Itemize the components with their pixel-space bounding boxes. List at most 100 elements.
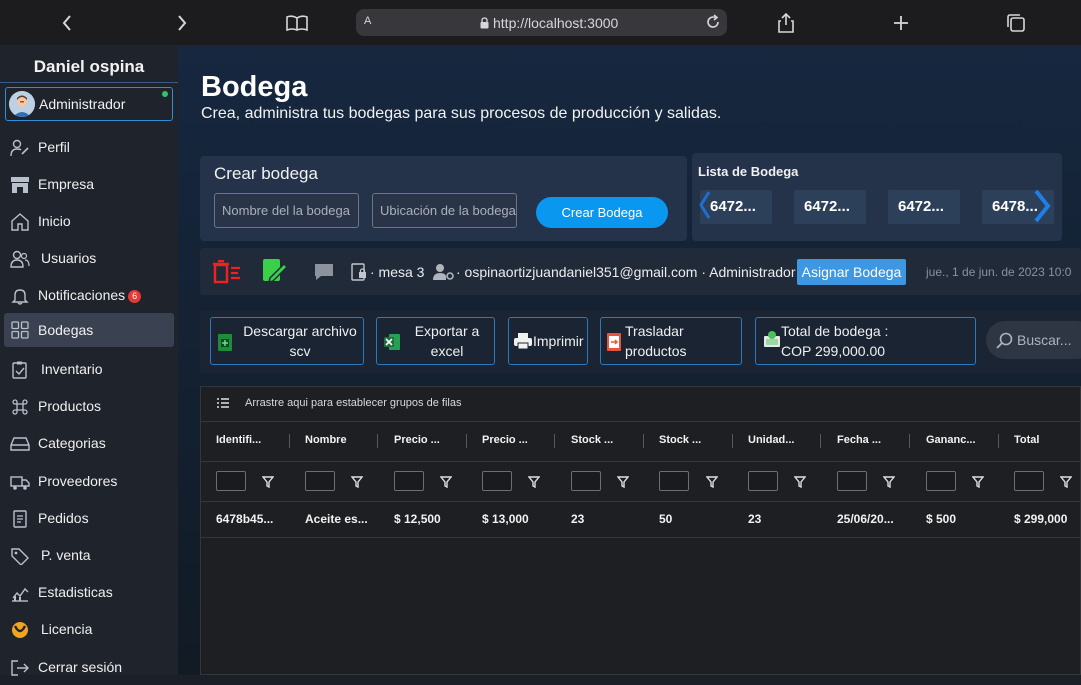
current-date: jue., 1 de jun. de 2023 10:0 [926,265,1072,279]
download-csv-button[interactable]: Descargar archivo scv [210,317,364,365]
create-warehouse-button[interactable]: Crear Bodega [536,197,668,228]
column-divider[interactable] [466,434,467,448]
column-divider[interactable] [377,434,378,448]
sidebar-item-empresa[interactable]: Empresa [4,168,174,202]
table-cell: $ 500 [926,512,957,526]
column-header[interactable]: Gananc... [926,434,976,446]
column-divider[interactable] [554,434,555,448]
reload-icon[interactable] [705,11,721,35]
sidebar-item-licencia[interactable]: Licencia [4,613,174,647]
warehouse-chip[interactable]: 6472... [794,190,866,224]
filter-icon[interactable] [439,475,453,489]
sidebar-item-productos[interactable]: Productos [4,390,174,424]
sidebar-item-usuarios[interactable]: Usuarios [4,242,174,276]
carousel-prev-icon[interactable] [699,190,711,226]
column-header[interactable]: Nombre [305,434,347,446]
column-header[interactable]: Unidad... [748,434,794,446]
carousel-next-icon[interactable] [1030,188,1056,224]
column-filter-input[interactable] [659,471,689,491]
column-filter-input[interactable] [216,471,246,491]
filter-icon[interactable] [527,475,541,489]
assign-warehouse-button[interactable]: Asignar Bodega [797,259,906,285]
filter-icon[interactable] [616,475,630,489]
sidebar-item-label: Proveedores [38,473,118,489]
url-text: http://localhost:3000 [480,15,618,31]
back-icon[interactable] [55,11,79,35]
warehouse-location-input[interactable]: Ubicación de la bodega [372,193,517,228]
sidebar-item-perfil[interactable]: Perfil [4,131,174,165]
chat-icon[interactable] [314,263,334,286]
sidebar-item-cerrar-sesion[interactable]: Cerrar sesión [4,651,174,685]
online-status-dot [162,91,168,97]
warehouse-name-input[interactable]: Nombre del la bodega [214,193,359,228]
sidebar-item-pedidos[interactable]: Pedidos [4,502,174,536]
address-bar[interactable]: A http://localhost:3000 [356,9,727,36]
tabs-icon[interactable] [1004,11,1028,35]
table-cell: 25/06/20... [837,512,894,526]
group-rows-hint: Arrastre aqui para establecer grupos de … [245,397,462,409]
search-input[interactable]: Buscar... [986,321,1081,359]
column-divider[interactable] [998,434,999,448]
sidebar-item-inventario[interactable]: Inventario [4,353,174,387]
sidebar-item-notificaciones[interactable]: Notificaciones 6 [4,279,174,313]
move-products-button[interactable]: Trasladar productos [600,317,742,365]
filter-icon[interactable] [350,475,364,489]
edit-icon[interactable] [262,258,289,289]
book-icon[interactable] [285,11,309,35]
home-icon [10,212,30,232]
column-filter-input[interactable] [571,471,601,491]
column-header[interactable]: Precio ... [394,434,440,446]
column-filter-input[interactable] [748,471,778,491]
sidebar-divider [0,82,178,83]
column-header[interactable]: Precio ... [482,434,528,446]
sidebar-item-bodegas[interactable]: Bodegas [4,313,174,347]
column-header[interactable]: Total [1014,434,1039,446]
column-filter-input[interactable] [482,471,512,491]
table-name: · mesa 3 [370,264,425,280]
column-filter-input[interactable] [394,471,424,491]
sidebar-item-categorias[interactable]: Categorias [4,427,174,461]
column-header[interactable]: Identifi... [216,434,261,446]
delete-icon[interactable] [213,259,241,289]
sidebar-item-label: Empresa [38,176,95,192]
transfer-icon [606,332,622,355]
reader-mode-label[interactable]: A [364,15,371,27]
column-header[interactable]: Stock ... [659,434,701,446]
column-divider[interactable] [820,434,821,448]
column-header[interactable]: Stock ... [571,434,613,446]
warehouse-chip[interactable]: 6472... [888,190,960,224]
column-divider[interactable] [643,434,644,448]
sidebar-item-inicio[interactable]: Inicio [4,205,174,239]
column-filter-input[interactable] [1014,471,1044,491]
sidebar-item-estadisticas[interactable]: Estadisticas [4,576,174,610]
table-lock-icon [351,263,367,286]
column-divider[interactable] [289,434,290,448]
filter-icon[interactable] [882,475,896,489]
sidebar-item-label: Bodegas [38,322,94,338]
forward-icon[interactable] [170,11,194,35]
warehouse-list-title: Lista de Bodega [698,164,799,179]
filter-icon[interactable] [1059,475,1073,489]
download-button-label: Descargar archivo scv [241,321,359,361]
role-selector[interactable]: Administrador [5,87,173,121]
excel-icon [383,332,401,355]
column-filter-input[interactable] [305,471,335,491]
filter-icon[interactable] [793,475,807,489]
column-filter-input[interactable] [926,471,956,491]
filter-icon[interactable] [705,475,719,489]
sidebar-item-label: Productos [38,398,102,414]
new-tab-icon[interactable] [889,11,913,35]
chart-icon [10,583,30,603]
print-button[interactable]: Imprimir [508,317,588,365]
user-email-role: · ospinaortizjuandaniel351@gmail.com · A… [456,264,796,280]
column-header[interactable]: Fecha ... [837,434,881,446]
filter-icon[interactable] [261,475,275,489]
column-divider[interactable] [732,434,733,448]
sidebar-item-proveedores[interactable]: Proveedores [4,465,174,499]
share-icon[interactable] [774,11,798,35]
column-filter-input[interactable] [837,471,867,491]
filter-icon[interactable] [971,475,985,489]
export-excel-button[interactable]: Exportar a excel [376,317,495,365]
sidebar-item-p-venta[interactable]: P. venta [4,539,174,573]
column-divider[interactable] [909,434,910,448]
